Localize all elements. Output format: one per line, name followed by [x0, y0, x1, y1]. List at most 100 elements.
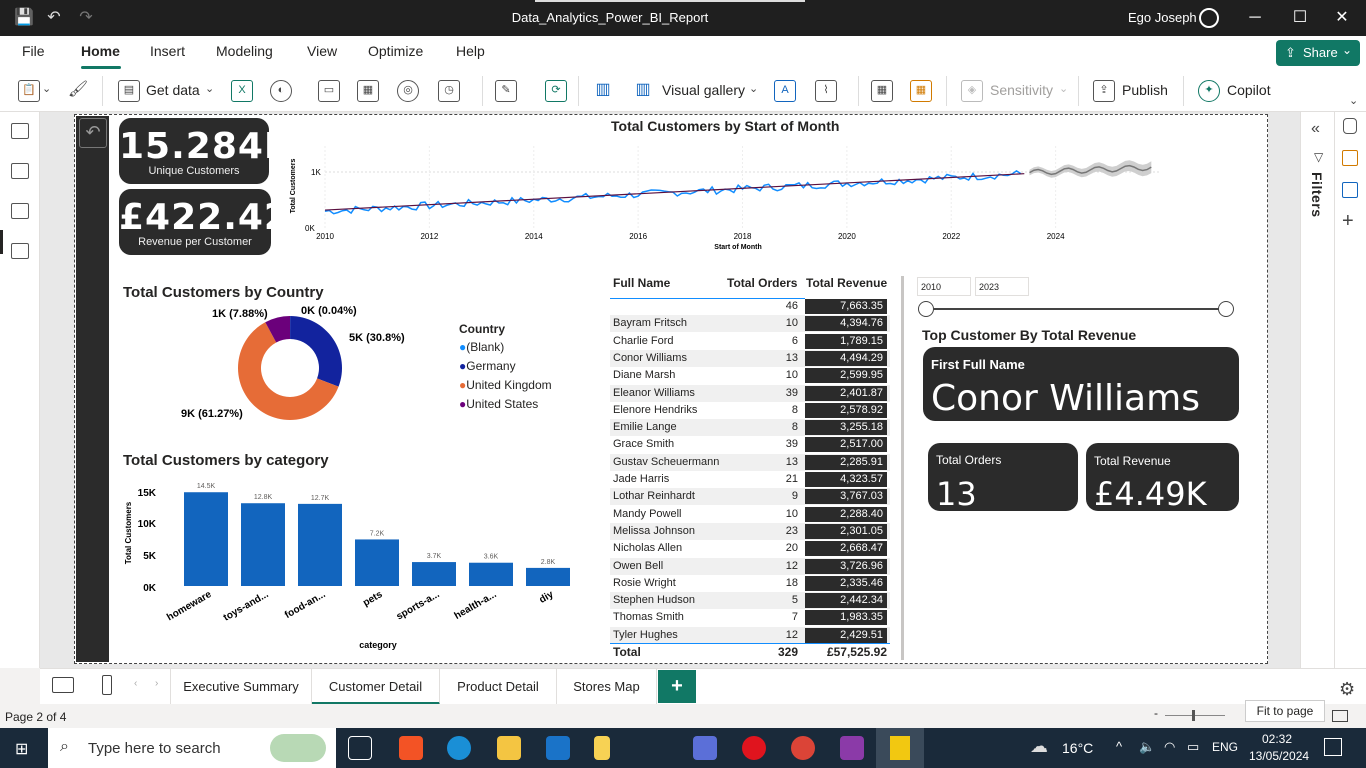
table-row[interactable]: Diane Marsh 10 2,599.95: [610, 367, 890, 384]
copilot-app-icon[interactable]: [693, 736, 717, 760]
legend-item-uk[interactable]: ●United Kingdom: [459, 378, 552, 392]
mail-icon[interactable]: [546, 736, 570, 760]
dax-query-icon[interactable]: [11, 243, 29, 259]
table-row[interactable]: Elenore Hendriks 8 2,578.92: [610, 402, 890, 419]
menu-insert[interactable]: Insert: [150, 43, 185, 59]
publish-button[interactable]: Publish: [1122, 82, 1168, 98]
chrome-icon[interactable]: [791, 736, 815, 760]
table-row[interactable]: Conor Williams 13 4,494.29: [610, 349, 890, 367]
user-name[interactable]: Ego Joseph: [1128, 10, 1197, 25]
prev-page-icon[interactable]: ‹: [134, 678, 137, 689]
edge-icon[interactable]: [447, 736, 471, 760]
wifi-icon[interactable]: ◠: [1164, 739, 1175, 755]
table-row[interactable]: Owen Bell 12 3,726.96: [610, 557, 890, 575]
tab-stores-map[interactable]: Stores Map: [557, 669, 657, 705]
data-pane-icon[interactable]: [1343, 118, 1357, 134]
table-row[interactable]: Grace Smith 39 2,517.00: [610, 436, 890, 453]
menu-modeling[interactable]: Modeling: [216, 43, 273, 59]
table-row[interactable]: Nicholas Allen 20 2,668.47: [610, 540, 890, 557]
donut-slice[interactable]: [290, 316, 342, 387]
text-box-icon[interactable]: A: [774, 80, 796, 102]
publish-icon[interactable]: ⇪: [1093, 80, 1115, 102]
transform-data-icon[interactable]: ✎: [495, 80, 517, 102]
back-button[interactable]: ↶: [79, 118, 107, 148]
get-data-button[interactable]: Get data: [146, 82, 200, 98]
table-row[interactable]: Melissa Johnson 23 2,301.05: [610, 522, 890, 540]
desktop-view-icon[interactable]: [52, 677, 74, 693]
table-row[interactable]: Gustav Scheuermann 13 2,285.91: [610, 453, 890, 471]
chevron-down-icon[interactable]: ⌄: [42, 82, 51, 95]
table-view-icon[interactable]: [11, 163, 29, 179]
tray-chevron-icon[interactable]: ^: [1116, 739, 1122, 754]
bar[interactable]: [526, 567, 570, 586]
table-row[interactable]: Tyler Hughes 12 2,429.51: [610, 626, 890, 644]
menu-optimize[interactable]: Optimize: [368, 43, 423, 59]
legend-item-blank[interactable]: ●(Blank): [459, 340, 552, 354]
database-icon[interactable]: ▤: [118, 80, 140, 102]
chevron-down-icon[interactable]: ⌄: [205, 82, 214, 95]
more-visuals-icon[interactable]: ⌇: [815, 80, 837, 102]
refresh-schedule-icon[interactable]: ◷: [438, 80, 460, 102]
notes-icon[interactable]: [594, 736, 610, 760]
temperature[interactable]: 16°C: [1062, 740, 1093, 756]
language-indicator[interactable]: ENG: [1212, 740, 1238, 754]
legend-item-us[interactable]: ●United States: [459, 397, 552, 411]
bar[interactable]: [412, 562, 456, 586]
copilot-button[interactable]: Copilot: [1227, 82, 1271, 98]
minimize-button[interactable]: ─: [1243, 6, 1267, 30]
copilot-icon[interactable]: ✦: [1198, 80, 1220, 102]
recent-sources-icon[interactable]: ◎: [397, 80, 419, 102]
slicer-end-input[interactable]: 2023: [975, 277, 1029, 296]
table-header-revenue[interactable]: Total Revenue: [806, 276, 887, 290]
enter-data-icon[interactable]: ▦: [357, 80, 379, 102]
powerbi-taskbar-button[interactable]: [876, 728, 924, 768]
table-row[interactable]: Thomas Smith 7 1,983.35: [610, 609, 890, 626]
clock-time[interactable]: 02:32: [1262, 732, 1292, 746]
visualizations-icon[interactable]: [1342, 150, 1358, 166]
filters-label[interactable]: Filters: [1309, 172, 1325, 218]
paste-icon[interactable]: 📋: [18, 80, 40, 102]
visual-gallery-icon[interactable]: ▥: [632, 80, 654, 102]
menu-home[interactable]: Home: [81, 43, 120, 59]
sql-icon[interactable]: ▭: [318, 80, 340, 102]
table-row[interactable]: 46 7,663.35: [610, 298, 890, 315]
table-header-orders[interactable]: Total Orders: [727, 276, 797, 290]
maximize-button[interactable]: ☐: [1288, 6, 1312, 30]
add-page-button[interactable]: +: [658, 670, 696, 703]
new-measure-icon[interactable]: ▦: [871, 80, 893, 102]
zoom-thumb[interactable]: [1192, 710, 1195, 721]
table-row[interactable]: Eleanor Williams 39 2,401.87: [610, 384, 890, 402]
settings-icon[interactable]: ⚙: [1339, 679, 1355, 700]
bar[interactable]: [469, 562, 513, 586]
legend-item-germany[interactable]: ●Germany: [459, 359, 552, 373]
battery-icon[interactable]: ▭: [1187, 739, 1199, 755]
task-view-icon[interactable]: [348, 736, 372, 760]
bar[interactable]: [184, 492, 228, 586]
bar[interactable]: [355, 539, 399, 586]
visual-gallery-button[interactable]: Visual gallery: [662, 82, 745, 98]
table-row[interactable]: Rosie Wright 18 2,335.46: [610, 575, 890, 592]
filter-icon[interactable]: ▽: [1314, 150, 1323, 164]
tab-product-detail[interactable]: Product Detail: [440, 669, 557, 705]
github-icon[interactable]: [840, 736, 864, 760]
new-visual-icon[interactable]: ▥: [592, 80, 614, 102]
table-row[interactable]: Mandy Powell 10 2,288.40: [610, 506, 890, 523]
mobile-view-icon[interactable]: [102, 675, 112, 695]
menu-view[interactable]: View: [307, 43, 337, 59]
refresh-icon[interactable]: ⟳: [545, 80, 567, 102]
avatar[interactable]: [1199, 8, 1219, 28]
format-icon[interactable]: [1342, 182, 1358, 198]
table-row[interactable]: Emilie Lange 8 3,255.18: [610, 419, 890, 437]
table-row[interactable]: Charlie Ford 6 1,789.15: [610, 333, 890, 350]
next-page-icon[interactable]: ›: [155, 678, 158, 689]
excel-icon[interactable]: X: [231, 80, 253, 102]
bar-chart[interactable]: Total Customers 15K 10K 5K 0K 14.5K homew…: [118, 475, 588, 655]
add-pane-icon[interactable]: +: [1342, 210, 1354, 233]
table-row[interactable]: Jade Harris 21 4,323.57: [610, 471, 890, 488]
bar[interactable]: [298, 503, 342, 586]
slicer-handle-start[interactable]: [918, 301, 934, 317]
clock-date[interactable]: 13/05/2024: [1249, 749, 1309, 763]
tab-customer-detail[interactable]: Customer Detail: [312, 669, 440, 705]
table-row[interactable]: Bayram Fritsch 10 4,394.76: [610, 315, 890, 333]
chevron-down-icon[interactable]: ⌄: [749, 82, 758, 95]
